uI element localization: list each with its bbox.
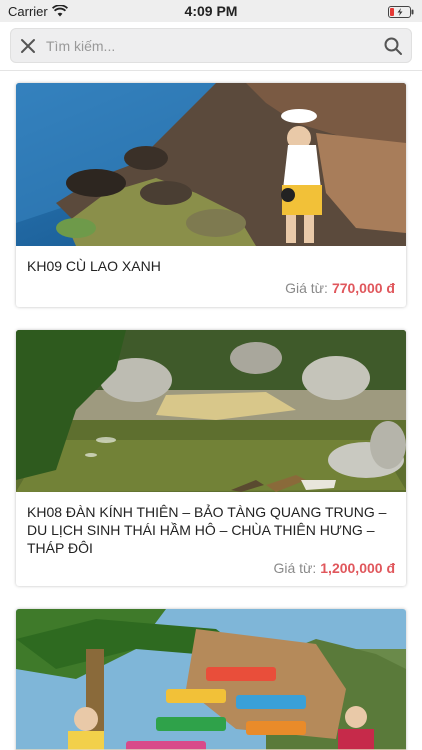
tour-image-ham-ho <box>16 330 406 492</box>
search-header <box>0 22 422 71</box>
close-icon[interactable] <box>17 35 39 57</box>
price-label: Giá từ: <box>273 560 317 576</box>
search-input[interactable] <box>46 31 376 61</box>
tour-list: KH09 CÙ LAO XANH Giá từ: 770,000 đ KH08 … <box>0 71 422 750</box>
status-bar: Carrier 4:09 PM <box>0 0 422 22</box>
search-icon[interactable] <box>383 36 403 56</box>
tour-image-cu-lao-xanh <box>16 83 406 246</box>
price-value: 770,000 đ <box>331 280 395 296</box>
tour-card[interactable]: KH09 CÙ LAO XANH Giá từ: 770,000 đ <box>16 83 406 307</box>
battery-low-icon <box>388 5 414 18</box>
tour-title: KH09 CÙ LAO XANH <box>27 258 161 274</box>
tour-card[interactable] <box>16 609 406 750</box>
tour-price: Giá từ: 1,200,000 đ <box>273 560 395 576</box>
price-value: 1,200,000 đ <box>320 560 395 576</box>
price-label: Giá từ: <box>285 280 328 296</box>
tour-image-beach-signpost <box>16 609 406 750</box>
search-box <box>10 28 412 63</box>
tour-title: KH08 ĐÀN KÍNH THIÊN – BẢO TÀNG QUANG TRU… <box>27 504 387 556</box>
clock-time: 4:09 PM <box>184 3 238 19</box>
tour-price: Giá từ: 770,000 đ <box>285 280 395 296</box>
tour-card[interactable]: KH08 ĐÀN KÍNH THIÊN – BẢO TÀNG QUANG TRU… <box>16 330 406 586</box>
